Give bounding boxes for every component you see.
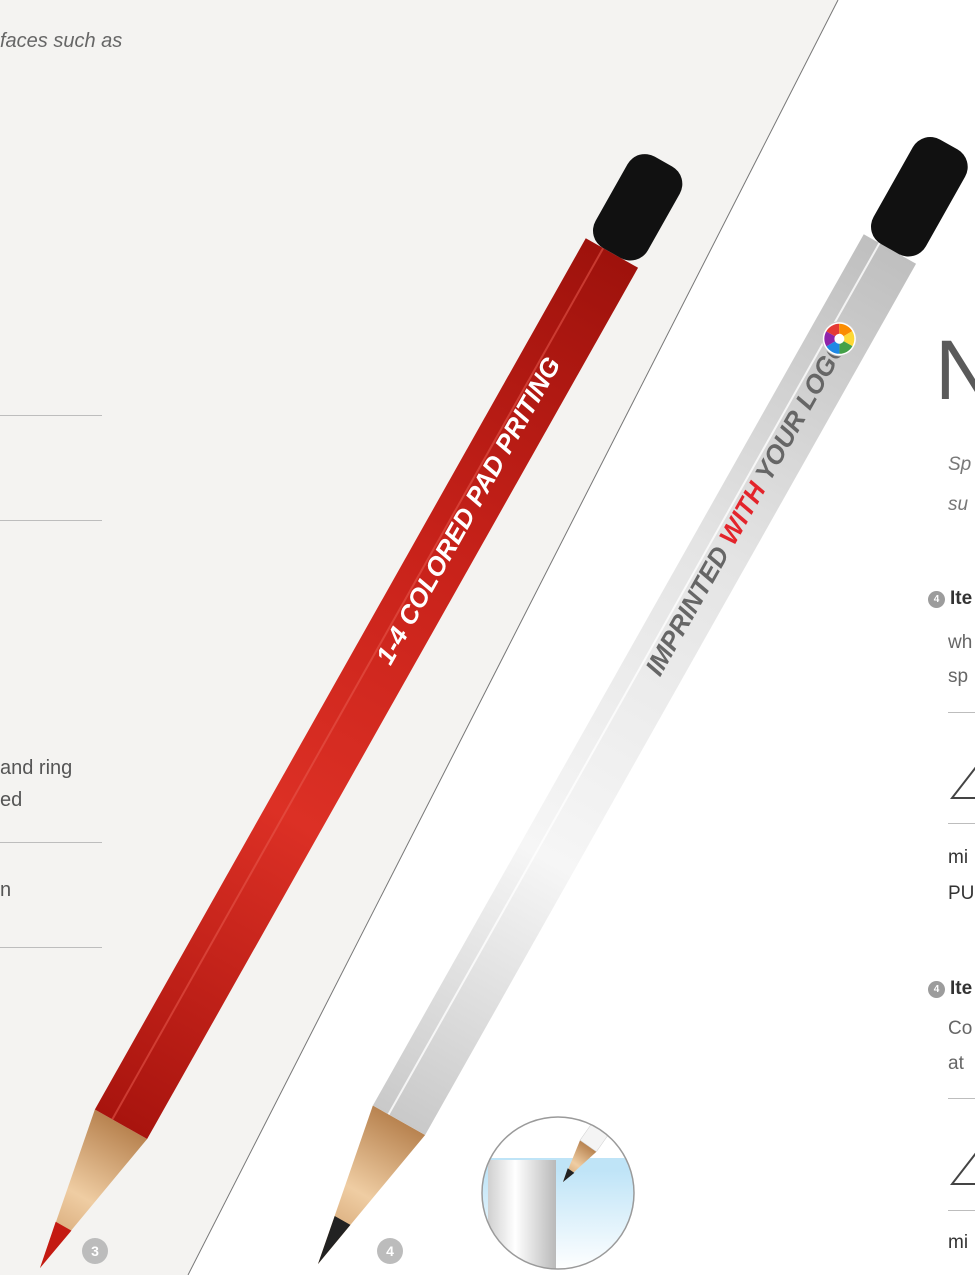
- divider-line: [948, 1098, 975, 1099]
- item-spec: mi: [948, 1232, 969, 1253]
- white-pencil-wood-tip: [318, 1105, 426, 1264]
- white-pencil-imprint: IMPRINTED WITH YOUR LOGO: [639, 333, 853, 681]
- subtitle-fragment: su: [948, 494, 969, 515]
- glass-vessel: [488, 1160, 556, 1269]
- white-pencil-cap: [871, 137, 968, 257]
- item-heading: Ite: [950, 978, 973, 999]
- item-spec: mi: [948, 847, 969, 868]
- red-pencil-wood-tip: [40, 1109, 148, 1268]
- item-number-bullet: 4: [928, 591, 945, 608]
- product-number-badge: 3: [82, 1238, 108, 1264]
- red-pencil: 1-4 COLORED PAD PRITING: [40, 154, 683, 1268]
- item-spec: PU: [948, 883, 975, 904]
- magnifier-inset: [482, 1117, 634, 1269]
- divider-line: [948, 1210, 975, 1211]
- product-number-badge: 4: [377, 1238, 403, 1264]
- divider-line: [948, 712, 975, 713]
- item-description: sp: [948, 666, 969, 687]
- red-pencil-imprint: 1-4 COLORED PAD PRITING: [370, 352, 567, 670]
- subtitle-fragment: Sp: [948, 454, 972, 475]
- item-description: Co: [948, 1018, 973, 1039]
- page-title-fragment: N: [935, 323, 975, 417]
- divider-line: [948, 823, 975, 824]
- triangle-icon: [950, 1152, 975, 1185]
- pencils-illustration: 1-4 COLORED PAD PRITING IMPRINTED WITH Y…: [40, 137, 968, 1270]
- item-description: at: [948, 1053, 964, 1074]
- white-pencil: IMPRINTED WITH YOUR LOGO: [318, 137, 968, 1264]
- catalog-page: faces such as and ring ed n 1-4 COLORED …: [0, 0, 975, 1275]
- item-number-bullet: 4: [928, 981, 945, 998]
- red-pencil-lead: [40, 1221, 72, 1268]
- triangle-icon: [950, 766, 975, 799]
- item-description: wh: [948, 632, 973, 653]
- white-pencil-lead: [318, 1216, 351, 1264]
- item-heading: Ite: [950, 588, 973, 609]
